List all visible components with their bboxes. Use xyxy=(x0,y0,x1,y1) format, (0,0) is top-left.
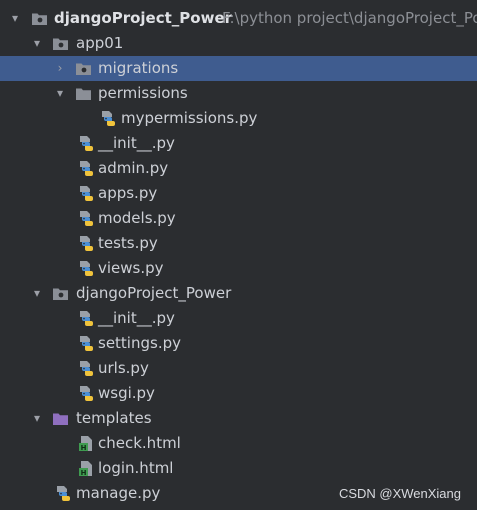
tree-item-tests[interactable]: tests.py xyxy=(0,231,477,256)
tree-item-login-html[interactable]: login.html xyxy=(0,456,477,481)
folder-label: djangoProject_Power xyxy=(76,284,232,302)
tree-item-settings[interactable]: settings.py xyxy=(0,331,477,356)
module-folder-icon xyxy=(75,60,92,77)
python-file-icon xyxy=(78,135,95,152)
python-file-icon xyxy=(78,210,95,227)
tree-item-app01-init[interactable]: __init__.py xyxy=(0,131,477,156)
tree-item-apps[interactable]: apps.py xyxy=(0,181,477,206)
file-label: apps.py xyxy=(98,184,158,202)
chevron-down-icon[interactable]: ▾ xyxy=(30,406,44,431)
watermark: CSDN @XWenXiang xyxy=(338,486,461,501)
tree-item-models[interactable]: models.py xyxy=(0,206,477,231)
file-label: views.py xyxy=(98,259,164,277)
tree-item-views[interactable]: views.py xyxy=(0,256,477,281)
html-file-icon xyxy=(78,460,95,477)
folder-label: app01 xyxy=(76,34,124,52)
folder-icon xyxy=(75,85,92,102)
tree-item-pkg-init[interactable]: __init__.py xyxy=(0,306,477,331)
chevron-down-icon[interactable]: ▾ xyxy=(30,281,44,306)
python-file-icon xyxy=(55,485,72,502)
folder-label: migrations xyxy=(98,59,179,77)
file-label: check.html xyxy=(98,434,181,452)
tree-item-check-html[interactable]: check.html xyxy=(0,431,477,456)
file-label: settings.py xyxy=(98,334,181,352)
file-label: mypermissions.py xyxy=(121,109,258,127)
tree-item-migrations[interactable]: › migrations xyxy=(0,56,477,81)
root-project-path: F:\python project\djangoProject_Po xyxy=(222,9,477,27)
file-label: manage.py xyxy=(76,484,161,502)
python-file-icon xyxy=(78,160,95,177)
module-folder-icon xyxy=(52,285,69,302)
chevron-down-icon[interactable]: ▾ xyxy=(53,81,67,106)
file-label: login.html xyxy=(98,459,174,477)
chevron-down-icon[interactable]: ▾ xyxy=(8,6,22,31)
python-file-icon xyxy=(78,260,95,277)
file-label: admin.py xyxy=(98,159,169,177)
templates-folder-icon xyxy=(52,410,69,427)
file-label: wsgi.py xyxy=(98,384,155,402)
folder-label: templates xyxy=(76,409,152,427)
file-label: __init__.py xyxy=(98,134,175,152)
file-label: __init__.py xyxy=(98,309,175,327)
python-file-icon xyxy=(78,335,95,352)
module-folder-icon xyxy=(31,10,48,27)
tree-item-permissions[interactable]: ▾ permissions xyxy=(0,81,477,106)
tree-item-app01[interactable]: ▾ app01 xyxy=(0,31,477,56)
python-file-icon xyxy=(78,235,95,252)
tree-item-urls[interactable]: urls.py xyxy=(0,356,477,381)
python-file-icon xyxy=(78,185,95,202)
tree-item-project-package[interactable]: ▾ djangoProject_Power xyxy=(0,281,477,306)
chevron-right-icon[interactable]: › xyxy=(53,56,67,81)
file-label: urls.py xyxy=(98,359,149,377)
module-folder-icon xyxy=(52,35,69,52)
tree-item-root[interactable]: ▾ djangoProject_Power F:\python project\… xyxy=(0,6,477,31)
file-label: tests.py xyxy=(98,234,158,252)
tree-item-admin[interactable]: admin.py xyxy=(0,156,477,181)
folder-label: permissions xyxy=(98,84,188,102)
file-label: models.py xyxy=(98,209,176,227)
html-file-icon xyxy=(78,435,95,452)
python-file-icon xyxy=(100,110,117,127)
tree-item-mypermissions[interactable]: mypermissions.py xyxy=(0,106,477,131)
root-project-label: djangoProject_Power xyxy=(54,9,233,27)
tree-item-templates[interactable]: ▾ templates xyxy=(0,406,477,431)
project-tree: ▾ djangoProject_Power F:\python project\… xyxy=(0,6,477,506)
python-file-icon xyxy=(78,360,95,377)
python-file-icon xyxy=(78,310,95,327)
tree-item-wsgi[interactable]: wsgi.py xyxy=(0,381,477,406)
python-file-icon xyxy=(78,385,95,402)
chevron-down-icon[interactable]: ▾ xyxy=(30,31,44,56)
